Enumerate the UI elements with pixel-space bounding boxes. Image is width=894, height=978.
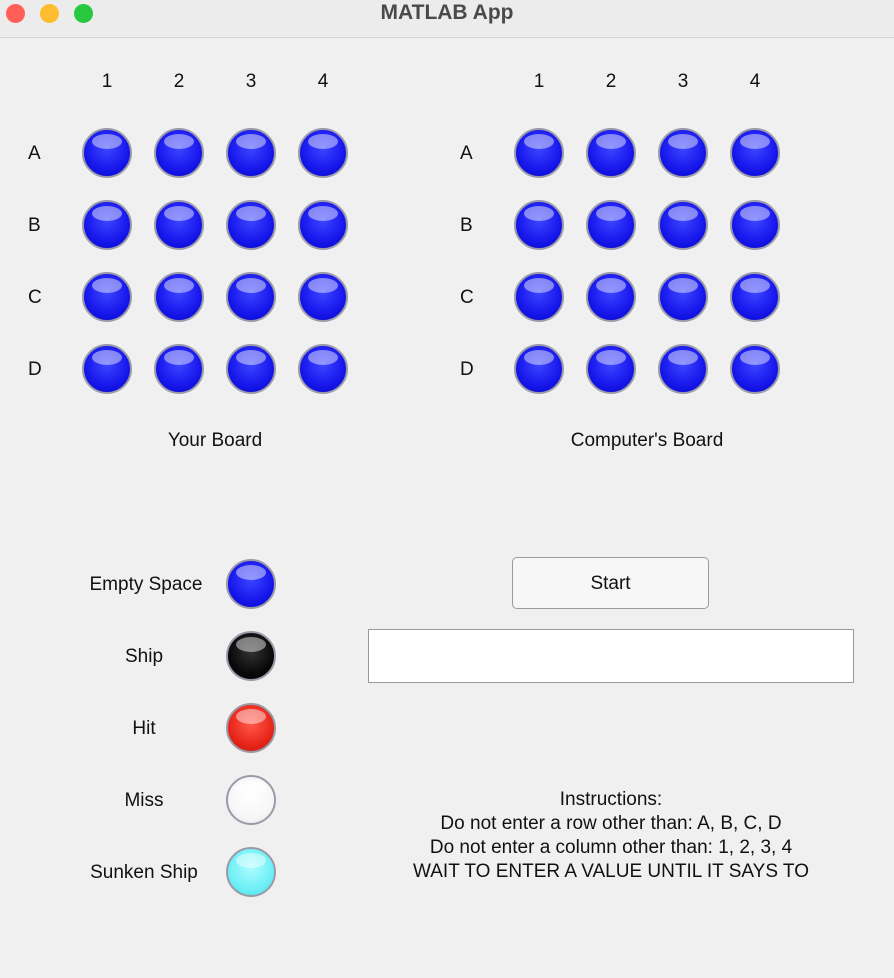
your-board-row-label: B: [28, 215, 41, 236]
computer-board-cell-c4[interactable]: [730, 272, 780, 322]
instructions: Instructions: Do not enter a row other t…: [413, 788, 809, 884]
computer-board-col-label: 2: [605, 71, 617, 92]
computer-board-col-label: 3: [677, 71, 689, 92]
legend-lamp-miss: [226, 775, 276, 825]
computer-board-cell-c3[interactable]: [658, 272, 708, 322]
instructions-line: Do not enter a row other than: A, B, C, …: [440, 813, 782, 834]
your-board-col-label: 2: [173, 71, 185, 92]
your-board-col-label: 1: [101, 71, 113, 92]
instructions-line: WAIT TO ENTER A VALUE UNTIL IT SAYS TO: [413, 861, 809, 882]
legend-label-empty: Empty Space: [89, 574, 203, 595]
computer-board-cell-d3[interactable]: [658, 344, 708, 394]
computer-board-col-label: 4: [749, 71, 761, 92]
computer-board-cell-b3[interactable]: [658, 200, 708, 250]
computer-board-row-label: A: [460, 143, 473, 164]
window-title: MATLAB App: [380, 1, 514, 24]
computer-board-row-label: B: [460, 215, 473, 236]
instructions-line: Do not enter a column other than: 1, 2, …: [429, 837, 793, 858]
legend-lamp-empty: [226, 559, 276, 609]
your-board-row-label: D: [28, 359, 42, 380]
your-board-cell-b1: [82, 200, 132, 250]
computer-board-row-label: C: [460, 287, 474, 308]
your-board-title: Your Board: [167, 430, 263, 451]
legend-label-hit: Hit: [132, 718, 156, 739]
computer-board-cell-a2[interactable]: [586, 128, 636, 178]
computer-board-cell-d4[interactable]: [730, 344, 780, 394]
your-board-cell-c4: [298, 272, 348, 322]
your-board-cell-a3: [226, 128, 276, 178]
your-board-cell-a4: [298, 128, 348, 178]
computer-board-cell-d2[interactable]: [586, 344, 636, 394]
your-board-cell-c2: [154, 272, 204, 322]
your-board-cell-a1: [82, 128, 132, 178]
legend-lamp-hit: [226, 703, 276, 753]
title-bar: MATLAB App: [0, 0, 894, 38]
your-board-cell-d4: [298, 344, 348, 394]
computer-board-cell-a1[interactable]: [514, 128, 564, 178]
your-board-cell-d1: [82, 344, 132, 394]
computer-board-cell-d1[interactable]: [514, 344, 564, 394]
your-board-cell-b3: [226, 200, 276, 250]
legend-lamp-sunk: [226, 847, 276, 897]
your-board-col-label: 3: [245, 71, 257, 92]
computer-board-cell-b1[interactable]: [514, 200, 564, 250]
your-board-cell-b4: [298, 200, 348, 250]
computer-board-col-label: 1: [533, 71, 545, 92]
your-board-row-label: C: [28, 287, 42, 308]
legend-label-sunk: Sunken Ship: [90, 862, 198, 883]
entry-field[interactable]: [368, 629, 854, 683]
your-board-col-label: 4: [317, 71, 329, 92]
legend-label-ship: Ship: [124, 646, 164, 667]
computer-board-cell-b4[interactable]: [730, 200, 780, 250]
computer-board-title: Computer's Board: [570, 430, 724, 451]
your-board-cell-c1: [82, 272, 132, 322]
your-board-cell-d2: [154, 344, 204, 394]
computer-board-cell-c2[interactable]: [586, 272, 636, 322]
your-board-cell-c3: [226, 272, 276, 322]
computer-board-cell-a3[interactable]: [658, 128, 708, 178]
computer-board-row-label: D: [460, 359, 474, 380]
your-board-row-label: A: [28, 143, 41, 164]
legend-lamp-ship: [226, 631, 276, 681]
your-board-cell-b2: [154, 200, 204, 250]
your-board-cell-d3: [226, 344, 276, 394]
legend-label-miss: Miss: [124, 790, 164, 811]
instructions-heading: Instructions:: [559, 789, 663, 810]
computer-board-cell-a4[interactable]: [730, 128, 780, 178]
your-board-cell-a2: [154, 128, 204, 178]
computer-board-cell-b2[interactable]: [586, 200, 636, 250]
start-button[interactable]: Start: [512, 557, 709, 609]
computer-board-cell-c1[interactable]: [514, 272, 564, 322]
